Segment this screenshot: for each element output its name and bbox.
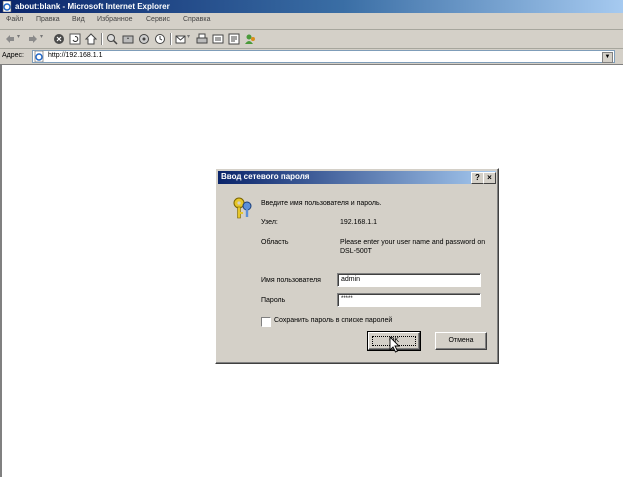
back-icon[interactable] <box>4 33 16 45</box>
host-label: Узел: <box>261 219 278 226</box>
dialog-title: Ввод сетевого пароля <box>221 172 310 181</box>
discuss-icon[interactable] <box>228 33 240 45</box>
cancel-label: Отмена <box>448 337 474 344</box>
prompt-text: Введите имя пользователя и пароль. <box>261 200 382 207</box>
username-label: Имя пользователя <box>261 277 321 284</box>
forward-icon[interactable] <box>27 33 39 45</box>
username-value: admin <box>341 276 361 283</box>
save-password-label[interactable]: Сохранить пароль в списке паролей <box>274 317 392 324</box>
address-url: http://192.168.1.1 <box>48 52 103 59</box>
close-button[interactable]: × <box>483 172 496 184</box>
menu-edit[interactable]: Правка <box>36 16 60 23</box>
menu-file[interactable]: Файл <box>6 16 23 23</box>
keys-icon <box>233 197 252 219</box>
window-title: about:blank - Microsoft Internet Explore… <box>15 2 170 11</box>
cancel-button[interactable]: Отмена <box>435 332 487 350</box>
media-icon[interactable] <box>138 33 150 45</box>
favorites-icon[interactable] <box>122 33 134 45</box>
menu-favorites[interactable]: Избранное <box>97 16 132 23</box>
username-field[interactable]: admin <box>337 273 481 287</box>
messenger-icon[interactable] <box>244 33 256 45</box>
search-icon[interactable] <box>106 33 118 45</box>
network-password-dialog: Ввод сетевого пароля ? × Введите имя пол… <box>215 168 499 364</box>
menu-bar: Файл Правка Вид Избранное Сервис Справка <box>0 13 623 30</box>
password-field[interactable]: ***** <box>337 293 481 307</box>
window-title-bar[interactable]: about:blank - Microsoft Internet Explore… <box>0 0 623 13</box>
address-label: Адрес: <box>2 52 24 59</box>
forward-dropdown-icon[interactable]: ▾ <box>40 33 52 45</box>
print-icon[interactable] <box>196 33 208 45</box>
address-bar: Адрес: http://192.168.1.1 ▼ <box>0 49 623 65</box>
address-dropdown-icon[interactable]: ▼ <box>602 52 613 63</box>
host-value: 192.168.1.1 <box>340 219 377 226</box>
ie-page-icon <box>2 1 12 12</box>
dialog-title-bar[interactable]: Ввод сетевого пароля ? × <box>218 171 496 184</box>
menu-view[interactable]: Вид <box>72 16 85 23</box>
menu-help[interactable]: Справка <box>183 16 210 23</box>
toolbar-separator <box>170 33 172 45</box>
password-label: Пароль <box>261 297 286 304</box>
ie-page-icon <box>34 51 44 62</box>
home-icon[interactable] <box>85 33 97 45</box>
stop-icon[interactable] <box>53 33 65 45</box>
refresh-icon[interactable] <box>69 33 81 45</box>
toolbar: ▾ ▾ ▾ <box>0 30 623 49</box>
mouse-cursor-icon <box>389 336 401 353</box>
realm-label: Область <box>261 239 289 246</box>
password-value: ***** <box>341 296 353 302</box>
menu-tools[interactable]: Сервис <box>146 16 170 23</box>
history-icon[interactable] <box>154 33 166 45</box>
mail-icon[interactable] <box>175 33 187 45</box>
realm-value: Please enter your user name and password… <box>340 239 486 255</box>
toolbar-separator <box>101 33 103 45</box>
address-input[interactable]: http://192.168.1.1 ▼ <box>32 50 615 63</box>
edit-icon[interactable] <box>212 33 224 45</box>
save-password-checkbox[interactable] <box>261 317 271 327</box>
